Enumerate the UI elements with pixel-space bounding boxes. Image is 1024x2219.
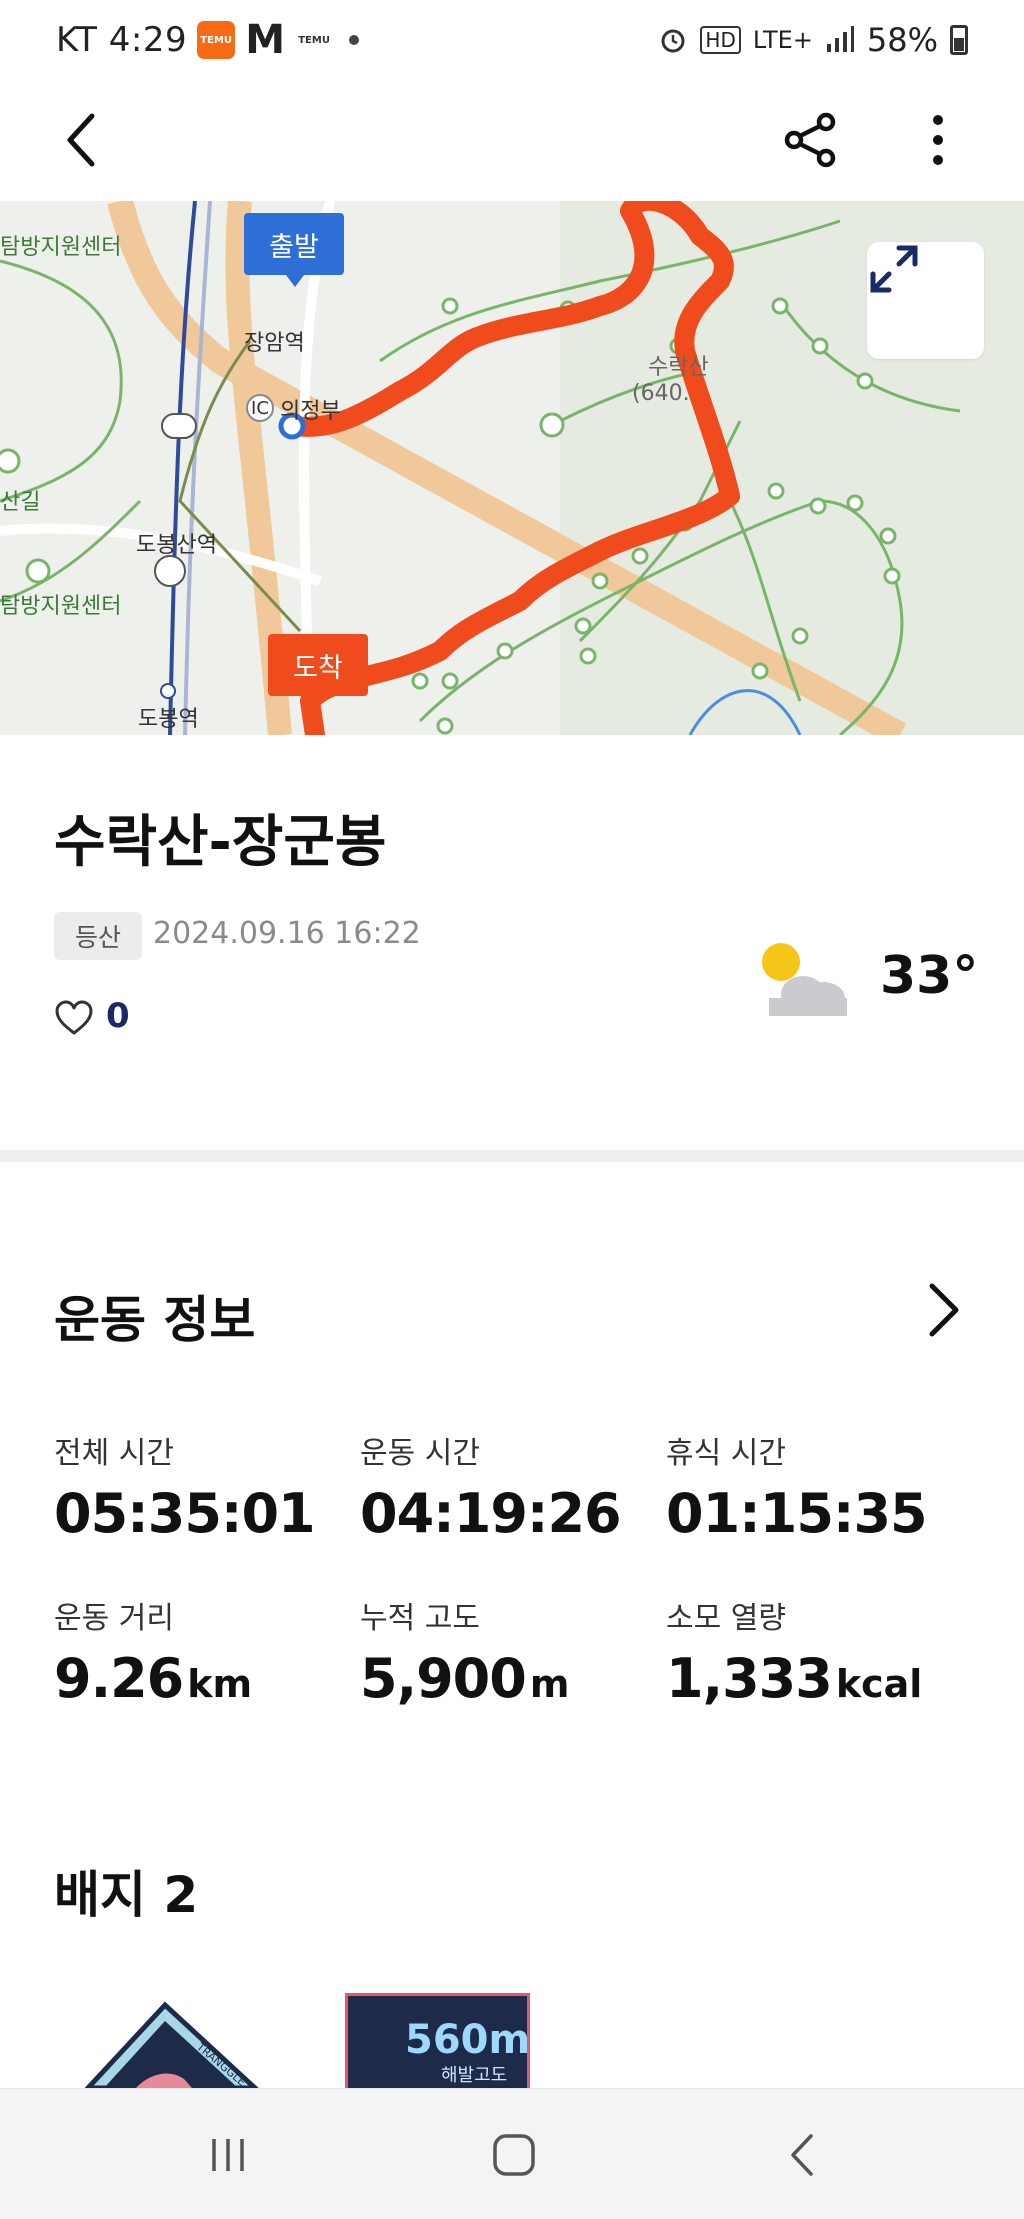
badge-altitude-label: 해발고도 bbox=[441, 2065, 508, 2086]
notification-dot-icon bbox=[349, 35, 360, 45]
map-label: 산길 bbox=[0, 490, 41, 515]
start-marker: 출발 bbox=[244, 213, 344, 287]
stat-label: 전체 시간 bbox=[54, 1436, 174, 1471]
map-label: 도봉산역 bbox=[136, 533, 217, 558]
map-label: 수락산 bbox=[648, 355, 709, 380]
status-right: HD LTE+ 58% bbox=[658, 21, 968, 59]
recents-button[interactable] bbox=[196, 2123, 260, 2187]
status-bar: KT 4:29 TEMU M TEMU HD LTE+ 58% bbox=[0, 0, 1024, 80]
section-divider bbox=[0, 1150, 1024, 1162]
stat-label: 소모 열량 bbox=[666, 1601, 786, 1636]
alarm-icon bbox=[661, 29, 685, 53]
chevron-right-icon bbox=[929, 1283, 959, 1337]
stat-number: 5,900 bbox=[360, 1647, 527, 1710]
stat-distance: 운동 거리 9.26 km bbox=[54, 1593, 360, 1710]
map-label: 탐방지원센터 bbox=[0, 235, 122, 260]
stat-value: 01:15:35 bbox=[666, 1482, 972, 1545]
mountain-badge-icon: TRANGGLE bbox=[84, 2001, 259, 2088]
expand-map-button[interactable] bbox=[867, 242, 984, 359]
stat-value: 04:19:26 bbox=[360, 1482, 666, 1545]
home-icon bbox=[493, 2134, 535, 2176]
recents-icon bbox=[212, 2139, 244, 2171]
stat-unit: km bbox=[187, 1662, 253, 1706]
map-label: 탐방지원센터 bbox=[0, 594, 122, 619]
activity-type-tag: 등산 bbox=[54, 912, 142, 960]
stat-elevation-gain: 누적 고도 5,900 m bbox=[360, 1593, 666, 1710]
stat-value: 9.26 km bbox=[54, 1647, 360, 1710]
stat-unit: m bbox=[529, 1662, 570, 1706]
stat-total-time: 전체 시간 05:35:01 bbox=[54, 1428, 360, 1545]
map-label: (640. bbox=[632, 381, 690, 406]
partly-cloudy-icon bbox=[762, 943, 847, 1016]
stat-number: 1,333 bbox=[666, 1647, 833, 1710]
share-button[interactable] bbox=[778, 108, 842, 172]
back-button[interactable] bbox=[50, 108, 114, 172]
home-button[interactable] bbox=[482, 2123, 546, 2187]
badge-mountain[interactable]: TRANGGLE bbox=[80, 1993, 265, 2088]
stat-calories: 소모 열량 1,333 kcal bbox=[666, 1593, 972, 1710]
more-vertical-icon bbox=[933, 115, 943, 165]
end-marker: 도착 bbox=[268, 634, 368, 696]
stat-number: 04:19:26 bbox=[360, 1482, 622, 1545]
stat-label: 운동 거리 bbox=[54, 1601, 174, 1636]
exercise-info-title: 운동 정보 bbox=[54, 1291, 256, 1349]
temperature: 33° bbox=[880, 946, 979, 1006]
stat-number: 9.26 bbox=[54, 1647, 184, 1710]
activity-title: 수락산-장군봉 bbox=[54, 810, 387, 875]
m-app-icon: M bbox=[245, 17, 285, 63]
back-chevron-icon bbox=[791, 2134, 813, 2176]
status-time: KT 4:29 bbox=[56, 20, 188, 60]
badge-altitude[interactable]: 560m 해발고도 bbox=[345, 1993, 530, 2088]
activity-date: 2024.09.16 16:22 bbox=[153, 916, 421, 951]
route-map[interactable]: 탐방지원센터 장암역 IC 의정부 산길 도봉산역 탐방지원센터 도봉역 수락산… bbox=[0, 201, 1024, 735]
chevron-left-icon bbox=[67, 113, 95, 167]
map-label: 장암역 bbox=[244, 331, 305, 356]
signal-icon bbox=[826, 26, 854, 52]
map-label: 도봉역 bbox=[138, 707, 199, 732]
stat-label: 운동 시간 bbox=[360, 1436, 480, 1471]
stat-label: 누적 고도 bbox=[360, 1601, 480, 1636]
expand-icon bbox=[870, 245, 918, 293]
temu-notification-icon: TEMU bbox=[298, 34, 330, 46]
share-icon bbox=[784, 112, 836, 168]
heart-icon[interactable] bbox=[54, 998, 94, 1038]
like-count: 0 bbox=[106, 996, 130, 1036]
stat-label: 휴식 시간 bbox=[666, 1436, 786, 1471]
network-label: LTE+ bbox=[752, 26, 813, 54]
exercise-info-detail-button[interactable] bbox=[920, 1280, 966, 1340]
hd-icon: HD bbox=[700, 26, 741, 54]
exercise-stats-grid: 전체 시간 05:35:01 운동 시간 04:19:26 휴식 시간 01:1… bbox=[54, 1428, 974, 1710]
badges-title: 배지 2 bbox=[54, 1866, 199, 1924]
system-nav-bar bbox=[0, 2088, 1024, 2219]
map-label: 의정부 bbox=[280, 399, 341, 424]
stat-value: 05:35:01 bbox=[54, 1482, 360, 1545]
system-back-button[interactable] bbox=[770, 2123, 834, 2187]
status-left: KT 4:29 TEMU M TEMU bbox=[56, 17, 360, 63]
stat-value: 5,900 m bbox=[360, 1647, 666, 1710]
stat-unit: kcal bbox=[835, 1662, 923, 1706]
badge-altitude-value: 560m bbox=[405, 2017, 530, 2063]
ic-icon: IC bbox=[246, 394, 274, 422]
stat-number: 01:15:35 bbox=[666, 1482, 928, 1545]
more-options-button[interactable] bbox=[906, 108, 970, 172]
battery-icon bbox=[950, 25, 968, 55]
battery-percent: 58% bbox=[866, 21, 938, 59]
top-app-bar bbox=[0, 80, 1024, 200]
stat-rest-time: 휴식 시간 01:15:35 bbox=[666, 1428, 972, 1545]
stat-exercise-time: 운동 시간 04:19:26 bbox=[360, 1428, 666, 1545]
temu-app-icon: TEMU bbox=[197, 21, 236, 59]
stat-value: 1,333 kcal bbox=[666, 1647, 972, 1710]
stat-number: 05:35:01 bbox=[54, 1482, 316, 1545]
